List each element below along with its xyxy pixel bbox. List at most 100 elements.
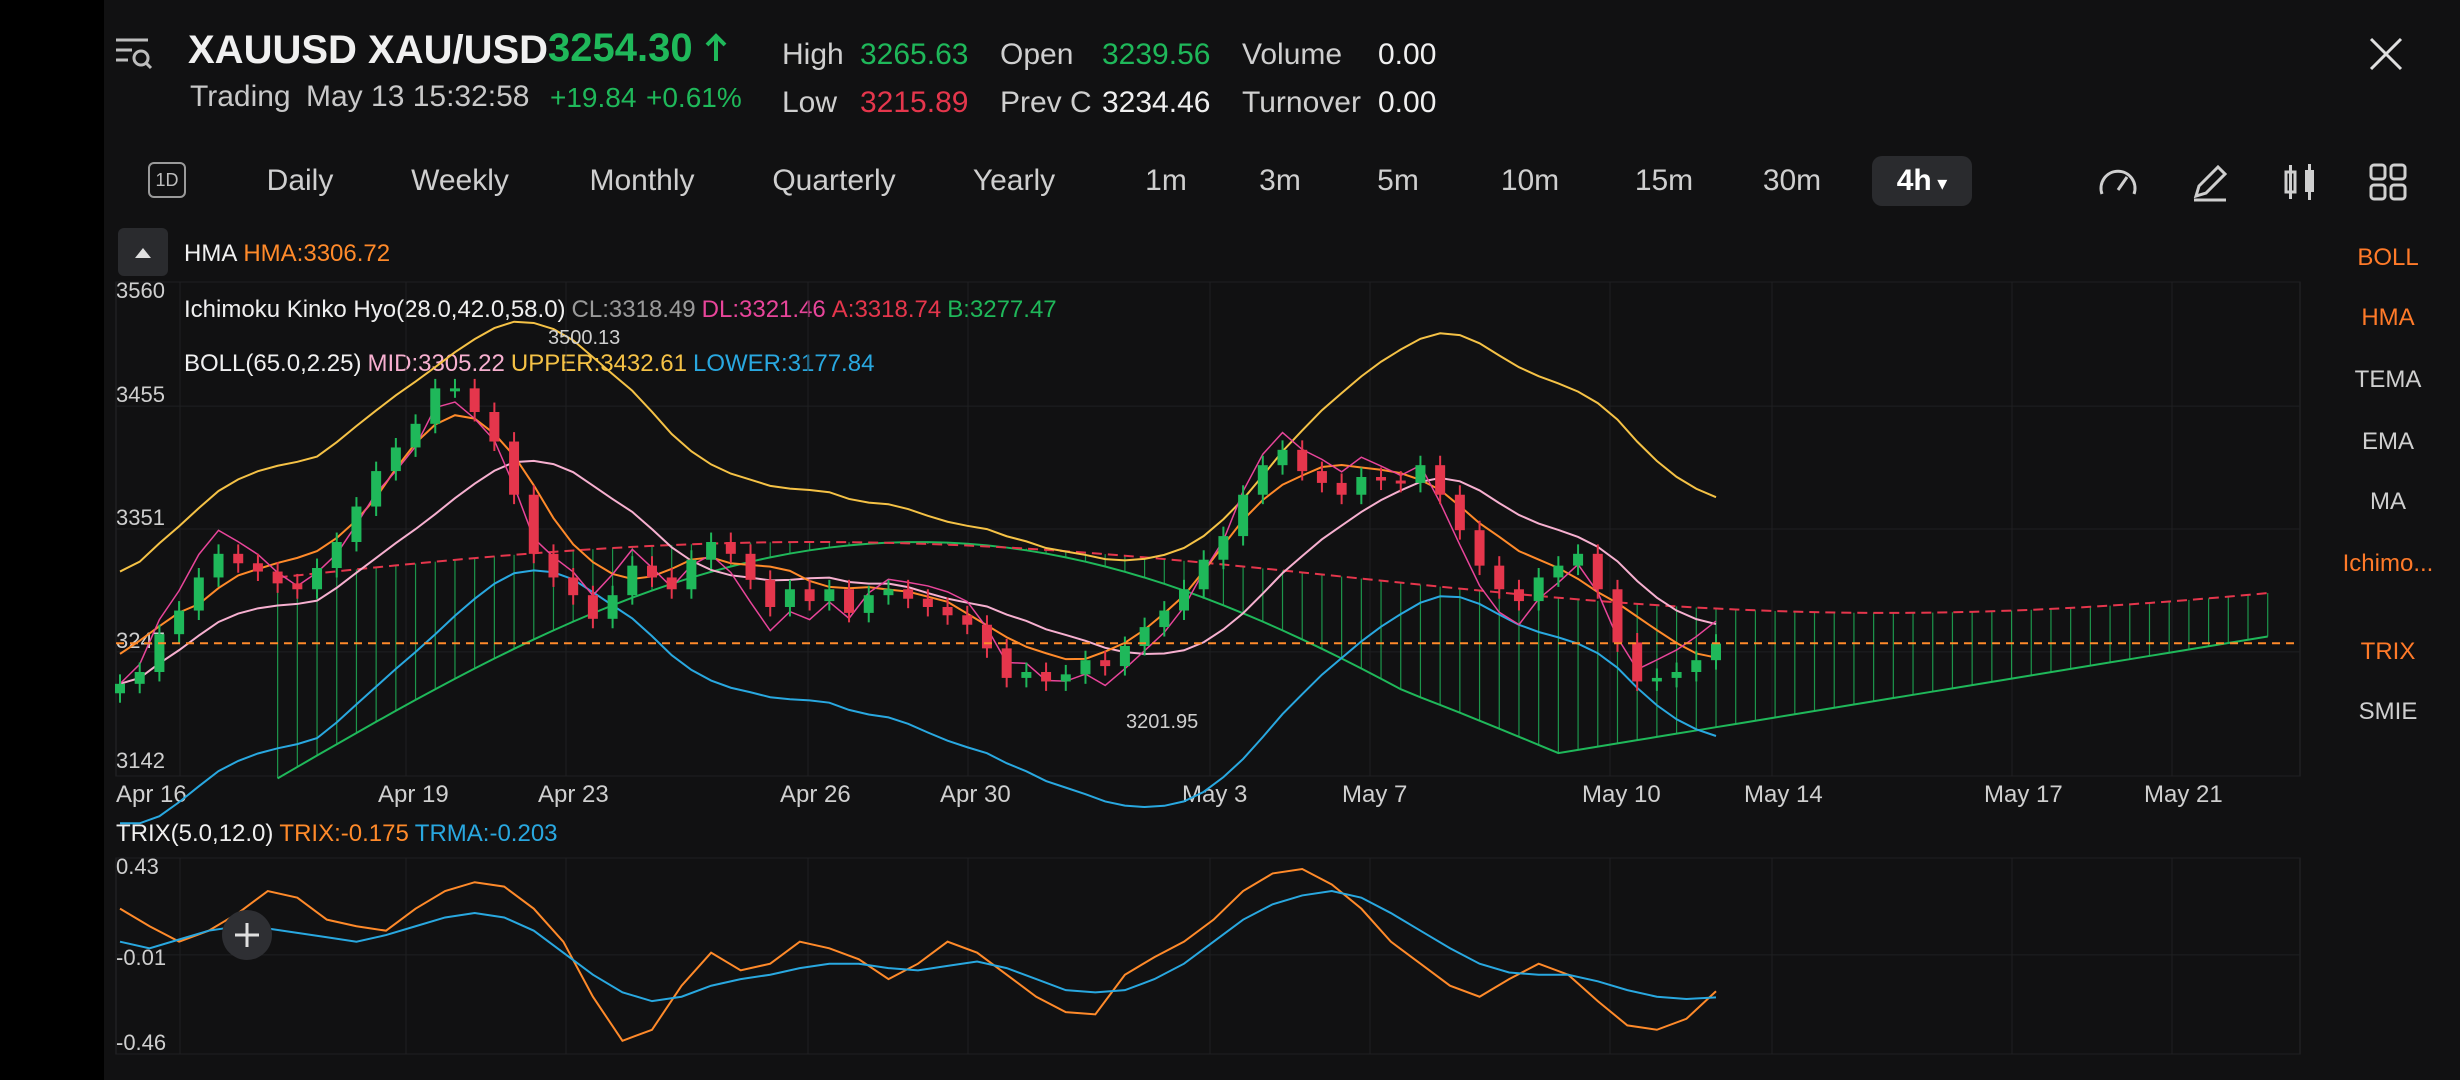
trix-y-tick-label: -0.46	[116, 1030, 166, 1055]
x-tick-label: Apr 30	[940, 781, 1011, 808]
x-tick-label: May 7	[1342, 781, 1407, 808]
candle-body	[1632, 642, 1643, 682]
candle-body	[1533, 577, 1544, 602]
plus-icon	[235, 923, 259, 947]
candle-body	[1159, 610, 1170, 628]
candle-body	[1612, 589, 1623, 643]
max-price-annotation: 3500.13	[548, 327, 620, 349]
candle-body	[666, 577, 677, 590]
candle-body	[627, 565, 638, 596]
price-chart[interactable]: 35603455335132473142Apr 16 Apr 19 Apr 23 Ap…	[0, 0, 2460, 1080]
candle-body	[115, 683, 125, 694]
candle-body	[1651, 677, 1662, 682]
candle-body	[1513, 589, 1524, 602]
candle-body	[883, 589, 894, 596]
trix-y-tick-label: 0.43	[116, 854, 159, 879]
candle-body	[922, 598, 933, 607]
candle-body	[154, 634, 165, 672]
candle-body	[449, 388, 460, 392]
trix-series-trma	[119, 890, 1717, 1003]
candle-body	[1179, 589, 1189, 611]
boll-mid-line	[119, 459, 1717, 685]
candle-body	[1376, 477, 1387, 481]
x-tick-label: May 14	[1744, 781, 1823, 808]
candle-body	[1218, 536, 1229, 560]
candle-body	[1001, 648, 1012, 678]
candle-body	[272, 571, 283, 584]
sidebar-item-boll[interactable]: BOLL	[2328, 244, 2448, 272]
candle-body	[587, 595, 598, 619]
candle-body	[252, 563, 263, 572]
sidebar-item-trix[interactable]: TRIX	[2328, 638, 2448, 666]
sidebar-item-ema[interactable]: EMA	[2328, 428, 2448, 456]
candle-body	[292, 583, 303, 590]
boll-lower-line	[120, 569, 1717, 825]
candle-body	[1494, 565, 1505, 590]
candle-body	[903, 589, 914, 599]
ichimoku-span-b	[277, 541, 2268, 614]
candle-body	[981, 624, 992, 649]
candle-body	[1711, 643, 1721, 661]
candle-body	[1671, 672, 1682, 678]
candle-body	[1454, 494, 1465, 531]
candle-body	[1435, 465, 1446, 495]
candle-body	[686, 559, 697, 590]
candle-body	[489, 412, 500, 442]
candle-body	[193, 577, 204, 611]
candle-body	[1060, 674, 1071, 682]
candle-body	[410, 423, 421, 448]
candle-body	[548, 553, 559, 578]
y-tick-label: 3142	[116, 748, 165, 773]
candle-body	[1592, 553, 1603, 590]
trix-plot-frame	[115, 857, 2301, 1055]
candle-body	[1316, 471, 1327, 483]
sidebar-item-hma[interactable]: HMA	[2328, 304, 2448, 332]
candle-body	[1573, 553, 1584, 566]
candle-body	[844, 589, 855, 613]
candle-body	[469, 388, 480, 412]
candle-body	[1336, 482, 1347, 495]
candle-body	[1238, 494, 1249, 537]
candle-body	[331, 542, 342, 568]
candle-body	[134, 672, 145, 684]
candle-body	[1257, 465, 1268, 495]
candle-body	[745, 553, 756, 580]
add-crosshair-button[interactable]	[222, 910, 272, 960]
x-tick-label: May 3	[1182, 781, 1247, 808]
candle-body	[1100, 660, 1111, 667]
candle-body	[1474, 530, 1485, 566]
sidebar-item-tema[interactable]: TEMA	[2328, 366, 2448, 394]
candle-body	[1198, 559, 1209, 590]
candle-body	[312, 568, 323, 590]
candle-body	[1395, 480, 1406, 484]
candle-body	[962, 615, 973, 625]
candle-body	[725, 542, 736, 554]
candle-body	[1277, 449, 1288, 466]
candle-body	[863, 595, 874, 613]
x-tick-label: Apr 26	[780, 781, 851, 808]
candle-body	[824, 589, 835, 602]
candle-body	[351, 506, 362, 542]
sidebar-item-ma[interactable]: MA	[2328, 488, 2448, 516]
candle-body	[174, 610, 185, 635]
x-tick-label: May 10	[1582, 781, 1661, 808]
candle-body	[390, 447, 401, 472]
candle-body	[509, 441, 520, 495]
candle-body	[233, 553, 244, 564]
sidebar-item-smie[interactable]: SMIE	[2328, 698, 2448, 726]
candle-body	[1356, 477, 1367, 495]
y-tick-label: 3560	[116, 278, 165, 303]
candle-body	[647, 565, 657, 578]
candle-body	[942, 607, 953, 616]
candle-body	[1080, 660, 1091, 675]
candle-body	[1691, 660, 1702, 672]
candle-body	[1021, 672, 1032, 678]
candle-body	[765, 579, 776, 607]
sidebar-item-ichimo[interactable]: Ichimo...	[2328, 550, 2448, 578]
candle-body	[1041, 672, 1052, 682]
candle-body	[213, 553, 224, 578]
candle-body	[607, 595, 618, 619]
candle-body	[706, 542, 717, 560]
min-price-annotation: 3201.95	[1126, 711, 1198, 733]
trix-y-tick-label: -0.01	[116, 945, 166, 970]
